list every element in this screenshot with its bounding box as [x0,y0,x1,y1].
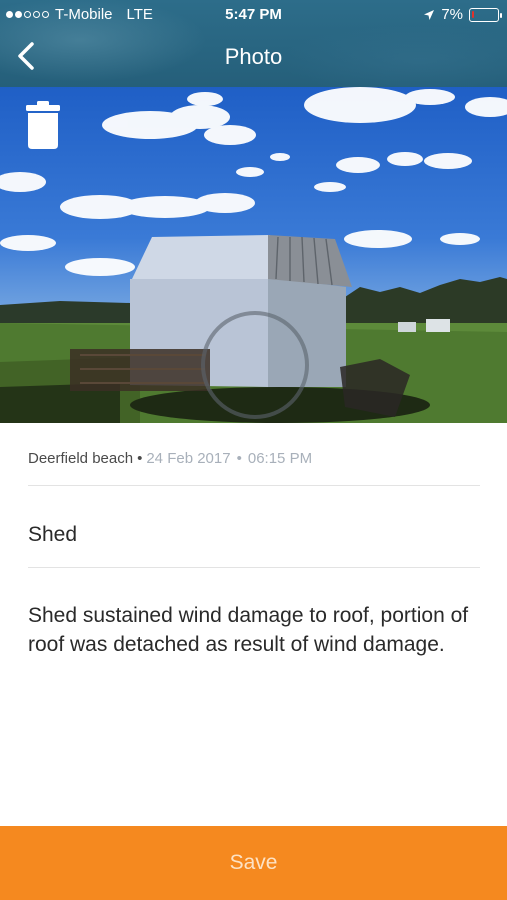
location-arrow-icon [424,9,435,20]
status-bar: T-Mobile LTE 5:47 PM 7% [0,0,507,30]
save-button[interactable]: Save [0,826,507,900]
status-right: 7% [423,6,502,23]
battery-icon [469,7,502,22]
page-title: Photo [224,44,283,69]
photo-image [0,87,507,423]
title-field[interactable]: Shed [28,523,77,547]
battery-percent: 7% [441,6,463,23]
nav-bar: Photo [0,32,507,82]
meta-separator: • [137,450,143,467]
delete-button[interactable] [24,101,62,151]
description-field[interactable]: Shed sustained wind damage to roof, port… [28,601,478,659]
date-label: 24 Feb 2017 [146,450,231,467]
time-label: 06:15 PM [247,450,313,467]
save-label: Save [229,851,278,874]
meta-separator: • [236,450,242,467]
location-label: Deerfield beach [28,450,134,467]
divider [28,485,480,486]
photo-meta: Deerfield beach • 24 Feb 2017 • 06:15 PM [28,450,312,467]
trash-icon [26,101,60,149]
battery-level [472,10,474,18]
divider [28,567,480,568]
photo [0,87,507,423]
header: T-Mobile LTE 5:47 PM 7% Photo [0,0,507,87]
